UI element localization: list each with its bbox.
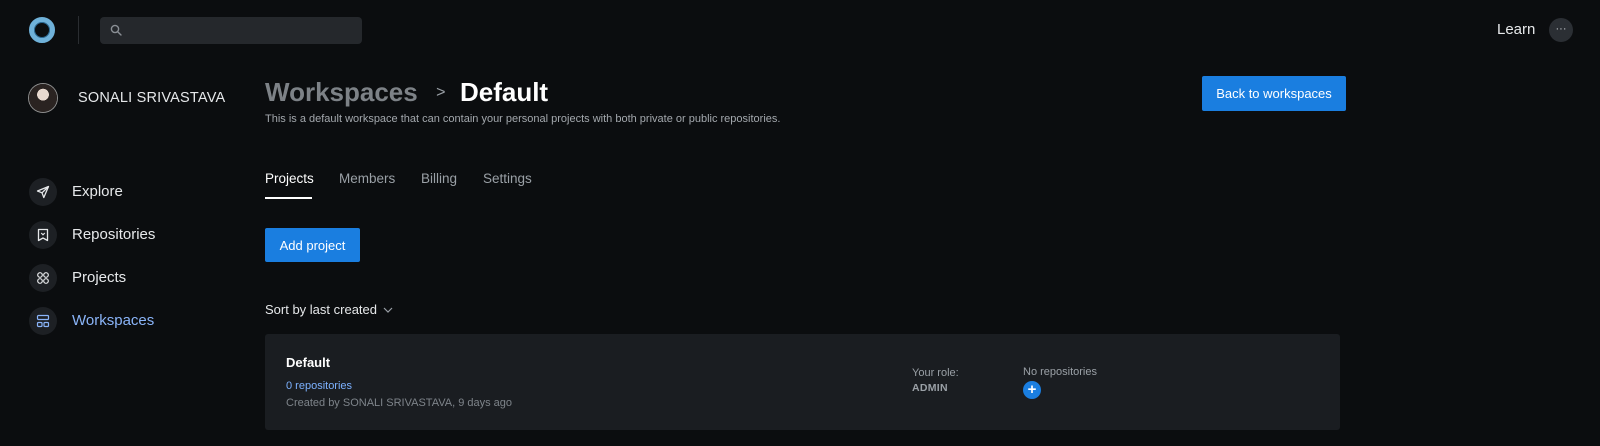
sidebar-item-repositories[interactable]: Repositories (29, 221, 229, 249)
search-input[interactable] (100, 17, 362, 44)
project-title[interactable]: Default (286, 355, 330, 370)
plus-icon: + (1027, 381, 1037, 398)
sidebar-item-explore[interactable]: Explore (29, 178, 229, 206)
project-created-info: Created by SONALI SRIVASTAVA, 9 days ago (286, 397, 513, 409)
workspaces-icon (29, 307, 57, 335)
role-label: Your role: (912, 367, 959, 379)
role-value: ADMIN (912, 382, 948, 394)
add-repository-button[interactable]: + (1023, 381, 1041, 399)
tab-settings[interactable]: Settings (483, 171, 532, 186)
sidebar-item-projects[interactable]: Projects (29, 264, 229, 292)
chevron-right-icon: > (436, 84, 446, 101)
breadcrumb-workspaces-link[interactable]: Workspaces (265, 77, 418, 107)
sidebar-item-workspaces[interactable]: Workspaces (29, 307, 229, 335)
project-card[interactable]: Default 0 repositories Created by SONALI… (265, 334, 1340, 430)
grid-icon (29, 264, 57, 292)
page-title: Default (459, 77, 549, 107)
send-icon (29, 178, 57, 206)
repository-icon (29, 221, 57, 249)
add-project-button[interactable]: Add project (265, 228, 360, 262)
avatar[interactable] (29, 84, 57, 112)
tab-projects[interactable]: Projects (265, 171, 314, 186)
sort-dropdown[interactable]: Sort by last created (265, 302, 393, 317)
tab-members[interactable]: Members (339, 171, 395, 186)
chevron-down-icon (383, 307, 393, 313)
sidebar-item-label: Workspaces (72, 312, 155, 329)
page-subtitle: This is a default workspace that can con… (265, 113, 781, 125)
tab-billing[interactable]: Billing (421, 171, 457, 186)
sidebar-item-label: Explore (72, 183, 123, 200)
sidebar-item-label: Projects (72, 269, 127, 286)
back-to-workspaces-button[interactable]: Back to workspaces (1202, 76, 1346, 111)
active-tab-indicator (265, 197, 312, 199)
top-bar: Learn ··· (0, 0, 1600, 60)
sidebar-item-label: Repositories (72, 226, 156, 243)
app-logo[interactable] (29, 17, 55, 43)
user-name: SONALI SRIVASTAVA (78, 90, 226, 106)
breadcrumb: Workspaces > Default (265, 77, 548, 111)
top-divider (78, 16, 79, 44)
sort-label: Sort by last created (265, 302, 377, 317)
search-icon (110, 24, 122, 36)
no-repositories-text: No repositories (1023, 366, 1097, 378)
more-icon: ··· (1555, 23, 1567, 35)
learn-link[interactable]: Learn (1497, 21, 1535, 38)
more-menu-button[interactable]: ··· (1549, 18, 1573, 42)
repositories-count-link[interactable]: 0 repositories (286, 380, 352, 392)
